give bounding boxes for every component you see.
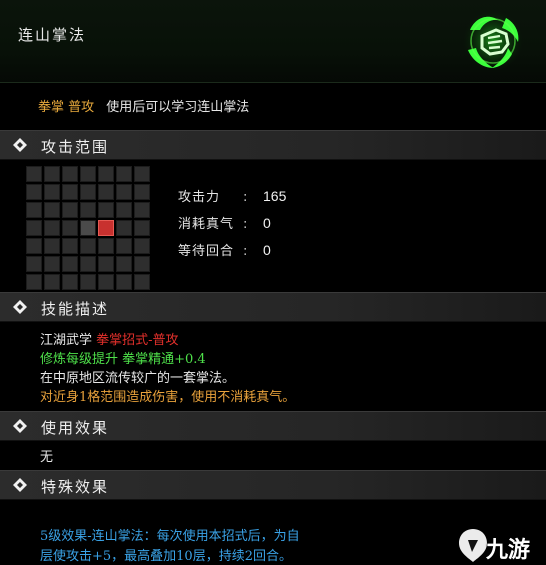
range-cell <box>80 202 96 218</box>
range-cell <box>134 166 150 182</box>
range-cell <box>98 166 114 182</box>
range-cell <box>116 220 132 236</box>
range-cell <box>26 184 42 200</box>
range-cell <box>80 256 96 272</box>
stat-wait-turns: 等待回合:0 <box>178 242 271 259</box>
section-use-effect: 使用效果 <box>0 411 546 441</box>
skill-type-label: 拳掌 普攻 <box>38 100 95 115</box>
stat-value: 0 <box>263 242 271 258</box>
header: 连山掌法 <box>0 0 546 83</box>
range-cell <box>134 220 150 236</box>
range-cell <box>98 184 114 200</box>
range-cell <box>98 202 114 218</box>
stat-label: 攻击力 <box>178 190 221 205</box>
range-cell-target <box>98 220 114 236</box>
range-cell <box>44 220 60 236</box>
section-label-special-effect: 特殊效果 <box>41 478 110 496</box>
description-line-1: 江湖武学 拳掌招式-普攻 <box>40 329 179 348</box>
range-cell <box>134 184 150 200</box>
section-label-use-effect: 使用效果 <box>41 419 110 437</box>
range-cell <box>116 256 132 272</box>
range-cell <box>62 274 78 290</box>
watermark-text: 九游 <box>486 538 531 563</box>
description-line-3: 在中原地区流传较广的一套掌法。 <box>40 371 236 386</box>
range-cell <box>116 166 132 182</box>
range-cell <box>134 238 150 254</box>
range-cell <box>26 166 42 182</box>
range-cell <box>44 166 60 182</box>
diamond-icon <box>13 138 27 152</box>
range-cell <box>26 256 42 272</box>
range-cell <box>134 202 150 218</box>
stat-value: 0 <box>263 215 271 231</box>
range-cell <box>80 238 96 254</box>
special-effect-line-1: 5级效果-连山掌法：每次使用本招式后，为自 <box>40 529 300 544</box>
range-cell <box>134 274 150 290</box>
range-cell <box>62 238 78 254</box>
stat-label: 消耗真气 <box>178 217 235 232</box>
range-cell <box>26 238 42 254</box>
range-cell <box>44 202 60 218</box>
section-label-description: 技能描述 <box>41 300 110 318</box>
description-line-2: 修炼每级提升 拳掌精通+0.4 <box>40 352 206 367</box>
range-cell <box>62 166 78 182</box>
attack-range-grid <box>26 166 150 290</box>
range-cell <box>62 184 78 200</box>
diamond-icon <box>13 478 27 492</box>
range-cell <box>98 274 114 290</box>
section-attack-range: 攻击范围 <box>0 130 546 160</box>
range-cell <box>62 202 78 218</box>
watermark-logo-icon <box>459 529 487 562</box>
skill-learn-text: 使用后可以学习连山掌法 <box>106 100 250 115</box>
range-cell <box>62 220 78 236</box>
stat-value: 165 <box>263 188 287 204</box>
range-cell <box>80 184 96 200</box>
description-origin: 江湖武学 <box>40 333 93 348</box>
range-cell <box>44 238 60 254</box>
range-cell <box>116 238 132 254</box>
stat-label: 等待回合 <box>178 244 235 259</box>
range-cell <box>62 256 78 272</box>
skill-fist-icon <box>462 10 524 72</box>
range-cell <box>80 274 96 290</box>
watermark-logo: 九游 <box>456 524 546 565</box>
section-skill-description: 技能描述 <box>0 292 546 322</box>
range-cell <box>98 238 114 254</box>
special-effect-line-2: 层使攻击+5，最高叠加10层，持续2回合。 <box>40 549 292 564</box>
section-special-effect: 特殊效果 <box>0 470 546 500</box>
diamond-icon <box>13 419 27 433</box>
range-cell <box>44 256 60 272</box>
diamond-icon <box>13 300 27 314</box>
range-cell <box>26 202 42 218</box>
skill-title: 连山掌法 <box>18 26 87 44</box>
range-cell-center <box>80 220 96 236</box>
range-cell <box>98 256 114 272</box>
range-cell <box>44 184 60 200</box>
description-line-4: 对近身1格范围造成伤害，使用不消耗真气。 <box>40 390 296 405</box>
range-cell <box>44 274 60 290</box>
range-cell <box>26 274 42 290</box>
use-effect-value: 无 <box>40 450 54 465</box>
section-label-attack-range: 攻击范围 <box>41 138 110 156</box>
range-cell <box>134 256 150 272</box>
range-cell <box>80 166 96 182</box>
range-cell <box>116 202 132 218</box>
description-category: 拳掌招式-普攻 <box>96 333 179 348</box>
range-cell <box>26 220 42 236</box>
range-cell <box>116 274 132 290</box>
stat-attack: 攻击力:165 <box>178 188 287 205</box>
stat-qi-cost: 消耗真气:0 <box>178 215 271 232</box>
skill-subtitle: 拳掌 普攻 使用后可以学习连山掌法 <box>38 96 249 115</box>
range-cell <box>116 184 132 200</box>
